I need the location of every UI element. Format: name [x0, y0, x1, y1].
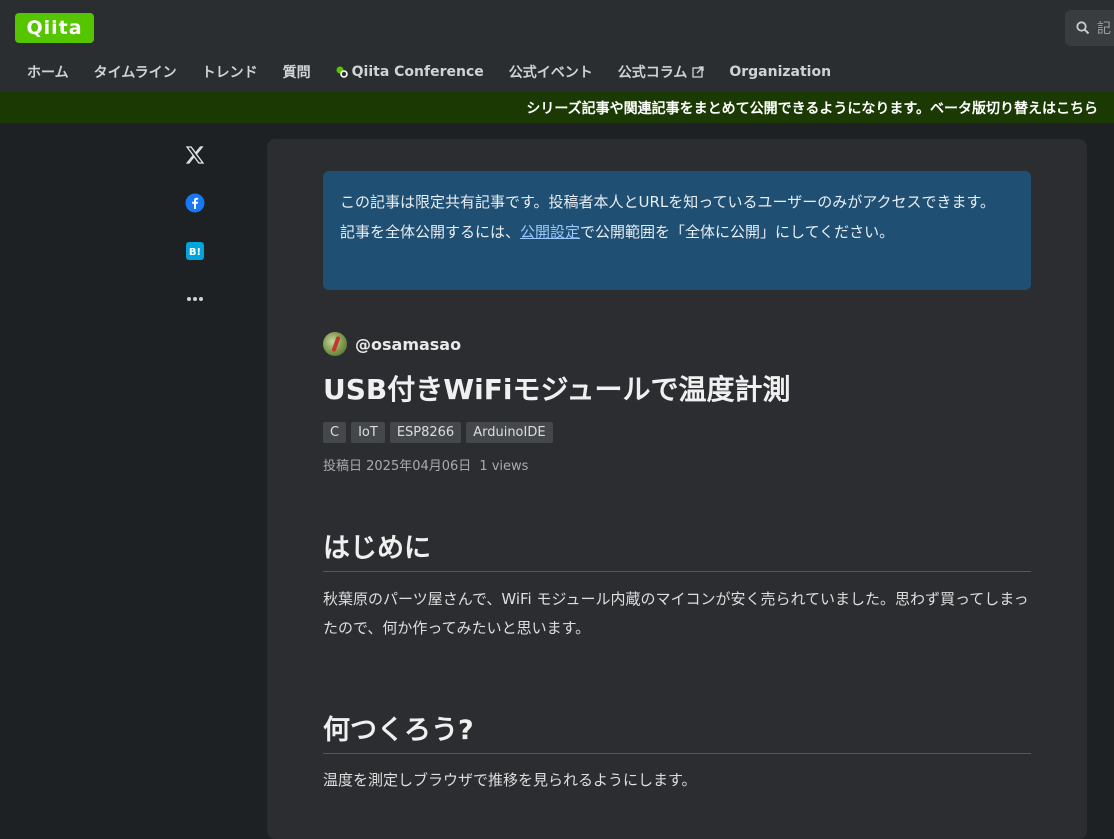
share-facebook-button[interactable]	[183, 191, 207, 215]
search-input[interactable]: 記	[1065, 10, 1114, 46]
nav-timeline[interactable]: タイムライン	[94, 62, 177, 82]
section-heading: はじめに	[323, 526, 1031, 572]
publish-settings-link[interactable]: 公開設定	[520, 223, 580, 241]
hatena-bookmark-icon: B!	[186, 242, 204, 260]
nav-official-events[interactable]: 公式イベント	[509, 62, 593, 82]
article-title: USB付きWiFiモジュールで温度計測	[323, 373, 791, 406]
section-body: 秋葉原のパーツ屋さんで、WiFi モジュール内蔵のマイコンが安く売られていました…	[323, 590, 1029, 637]
conference-icon	[336, 66, 348, 78]
tag-arduinoide[interactable]: ArduinoIDE	[466, 422, 553, 443]
announcement-text[interactable]: シリーズ記事や関連記事をまとめて公開できるようになります。ベータ版切り替えはこち…	[526, 98, 1098, 118]
site-header: Qiita 記 ホーム タイムライン トレンド 質問 Qiita Confere…	[0, 0, 1114, 92]
x-icon	[185, 146, 205, 164]
qiita-logo[interactable]: Qiita	[15, 13, 94, 43]
tag-esp8266[interactable]: ESP8266	[389, 422, 462, 443]
author[interactable]: @osamasao	[323, 332, 461, 356]
more-icon	[187, 297, 203, 301]
posted-date: 投稿日 2025年04月06日	[323, 459, 472, 474]
section-body: 温度を測定しブラウザで推移を見られるようにします。	[323, 771, 697, 789]
nav-organization[interactable]: Organization	[729, 64, 831, 80]
share-hatena-button[interactable]: B!	[183, 239, 207, 263]
nav-questions[interactable]: 質問	[283, 62, 311, 82]
article-card: この記事は限定共有記事です。投稿者本人とURLを知っているユーザーのみがアクセス…	[267, 139, 1087, 839]
share-x-button[interactable]	[183, 143, 207, 167]
external-link-icon	[692, 66, 704, 78]
nav-home[interactable]: ホーム	[27, 62, 69, 82]
tag-list: C IoT ESP8266 ArduinoIDE	[323, 422, 558, 443]
post-meta: 投稿日 2025年04月06日 1 views	[323, 455, 528, 474]
tag-iot[interactable]: IoT	[351, 422, 385, 443]
section-heading: 何つくろう?	[323, 708, 1031, 754]
share-more-button[interactable]	[183, 287, 207, 311]
facebook-icon	[185, 193, 205, 213]
notice-line-2-pre: 記事を全体公開するには、	[340, 223, 521, 241]
nav-official-column[interactable]: 公式コラム	[618, 62, 705, 82]
search-placeholder: 記	[1097, 21, 1111, 37]
avatar[interactable]	[323, 332, 347, 356]
notice-line-1: この記事は限定共有記事です。投稿者本人とURLを知っているユーザーのみがアクセス…	[340, 193, 995, 211]
announcement-banner[interactable]: シリーズ記事や関連記事をまとめて公開できるようになります。ベータ版切り替えはこち…	[0, 92, 1114, 123]
notice-line-2-post: で公開範囲を「全体に公開」にしてください。	[580, 223, 895, 241]
nav-qiita-conference[interactable]: Qiita Conference	[336, 64, 484, 80]
search-icon	[1076, 21, 1090, 35]
main-nav: ホーム タイムライン トレンド 質問 Qiita Conference 公式イベ…	[27, 62, 856, 82]
nav-qiita-conference-label: Qiita Conference	[351, 64, 484, 80]
author-name[interactable]: @osamasao	[355, 335, 461, 354]
notice-line-2: 記事を全体公開するには、公開設定で公開範囲を「全体に公開」にしてください。	[340, 217, 1020, 247]
tag-c[interactable]: C	[323, 422, 347, 443]
view-count: 1 views	[479, 459, 529, 474]
limited-share-notice: この記事は限定共有記事です。投稿者本人とURLを知っているユーザーのみがアクセス…	[323, 171, 1031, 290]
nav-trend[interactable]: トレンド	[202, 62, 258, 82]
nav-official-column-label: 公式コラム	[617, 65, 688, 81]
svg-text:B!: B!	[189, 247, 201, 258]
